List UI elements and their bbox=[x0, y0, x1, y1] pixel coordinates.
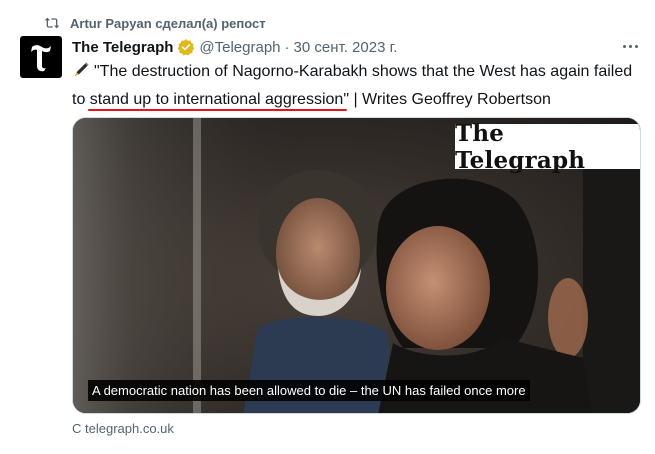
image-caption: A democratic nation has been allowed to … bbox=[88, 380, 530, 401]
media-card[interactable]: The Telegraph A democratic nation has be… bbox=[72, 117, 641, 414]
repost-label: Artur Papyan сделал(а) репост bbox=[70, 15, 266, 31]
pen-icon bbox=[72, 61, 90, 87]
telegraph-logo-text: The Telegraph bbox=[455, 119, 586, 174]
verified-gold-badge-icon[interactable] bbox=[177, 38, 195, 56]
separator-dot: · bbox=[284, 38, 290, 56]
more-dots-icon[interactable] bbox=[620, 37, 640, 55]
tweet-text: "The destruction of Nagorno-Karabakh sho… bbox=[72, 59, 642, 112]
card-source[interactable]: С telegraph.co.uk bbox=[72, 421, 174, 436]
tweet-header: The Telegraph @Telegraph · 30 сент. 2023… bbox=[72, 37, 397, 57]
author-name[interactable]: The Telegraph bbox=[72, 39, 173, 56]
repost-icon bbox=[44, 16, 60, 30]
tweet-text-part2: " | Writes Geoffrey Robertson bbox=[343, 91, 551, 108]
repost-line[interactable]: Artur Papyan сделал(а) репост bbox=[44, 14, 266, 32]
post-date[interactable]: 30 сент. 2023 г. bbox=[294, 39, 398, 56]
avatar[interactable] bbox=[20, 36, 62, 78]
telegraph-logo-box: The Telegraph bbox=[455, 120, 640, 174]
telegraph-t-logo bbox=[31, 45, 51, 72]
tweet-text-underlined: stand up to international aggression bbox=[89, 91, 344, 108]
author-handle[interactable]: @Telegraph bbox=[199, 39, 280, 56]
